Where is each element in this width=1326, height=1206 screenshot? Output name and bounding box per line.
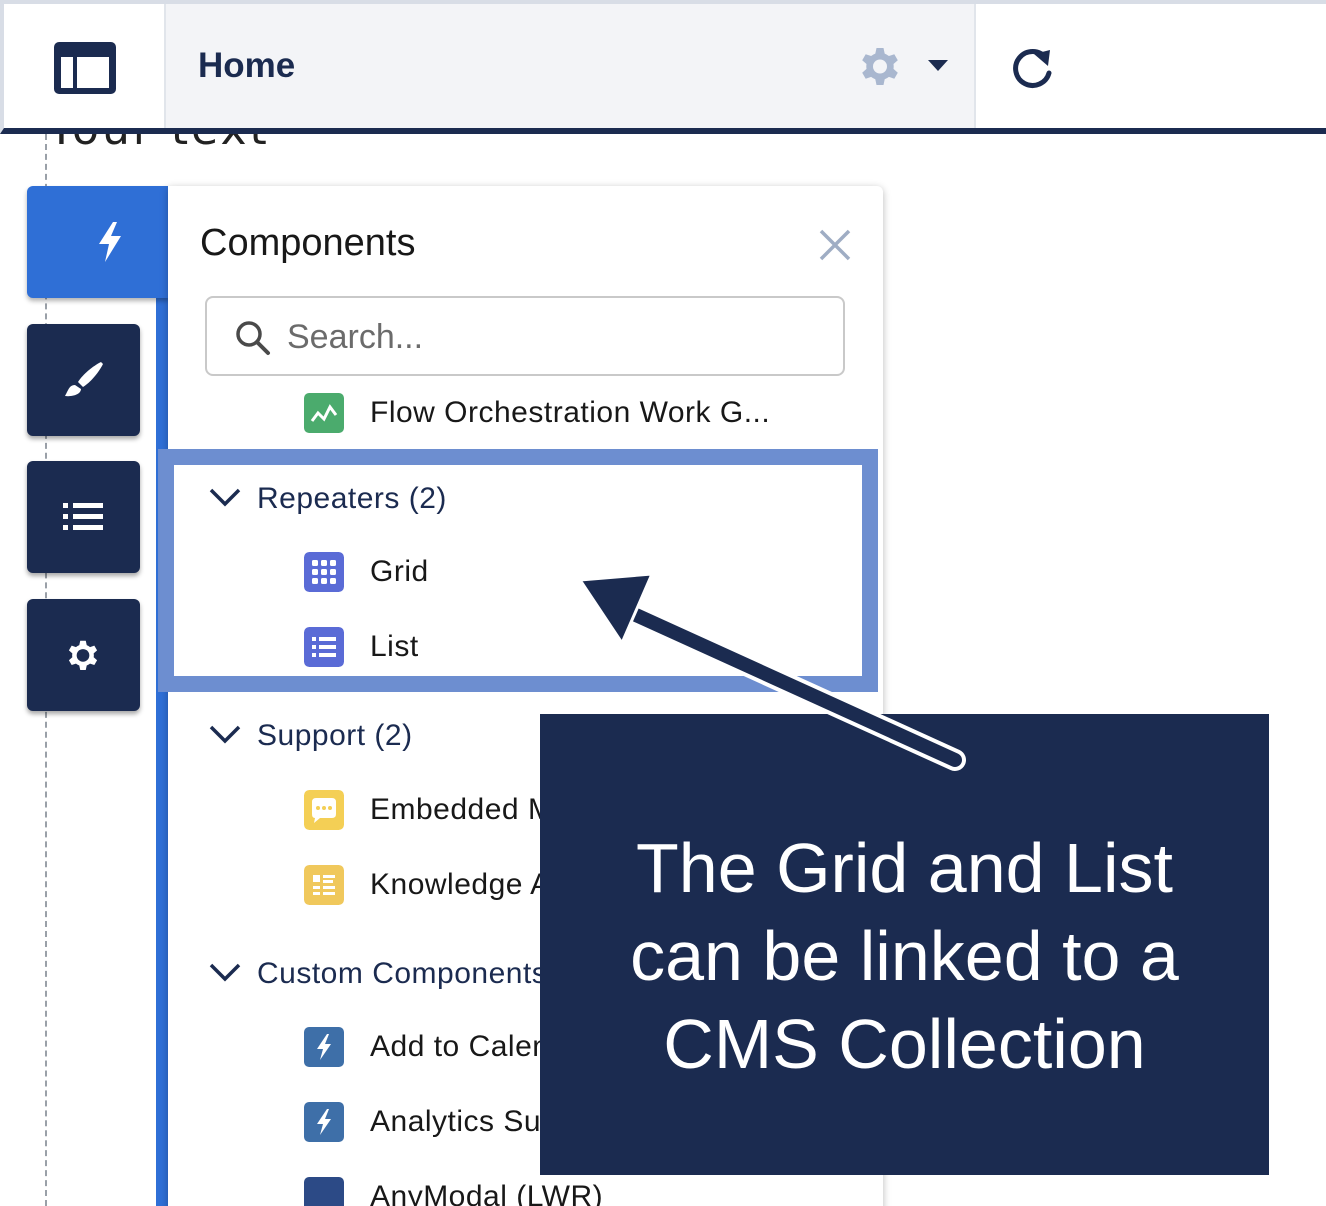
refresh-icon[interactable]: [1008, 44, 1058, 94]
rail-theme-button[interactable]: [27, 324, 140, 436]
chat-bubble-icon: [304, 790, 344, 830]
chevron-down-icon: [209, 963, 241, 982]
search-icon: [236, 321, 270, 355]
component-label: Embedded M: [370, 793, 554, 826]
component-label: AnyModal (LWR): [370, 1180, 604, 1206]
panel-title: Components: [200, 222, 416, 264]
search-field: [205, 296, 845, 376]
page-selector[interactable]: Home: [166, 4, 976, 128]
layout-panel-icon: [54, 42, 116, 94]
gear-icon: [68, 640, 98, 671]
builder-toolbar: Home: [0, 0, 1326, 134]
rail-components-button[interactable]: [27, 186, 169, 298]
flow-orchestration-icon: [304, 393, 344, 433]
lightning-icon: [304, 1027, 344, 1067]
lightning-icon: [304, 1102, 344, 1142]
callout-text: The Grid and List can be linked to a CMS…: [630, 829, 1179, 1083]
canvas-text: Your text: [48, 134, 270, 154]
highlight-inner-border: [176, 467, 860, 674]
component-label: Knowledge A: [370, 868, 551, 901]
component-label: Add to Calen: [370, 1030, 550, 1063]
component-label: Analytics Su: [370, 1105, 542, 1138]
rail-settings-button[interactable]: [27, 599, 140, 711]
rail-navigator-button[interactable]: [27, 461, 140, 573]
canvas-text-region: Your text: [0, 134, 600, 154]
annotation-callout: The Grid and List can be linked to a CMS…: [540, 714, 1269, 1175]
knowledge-icon: [304, 865, 344, 905]
paintbrush-icon: [65, 362, 103, 397]
search-input[interactable]: [287, 312, 827, 362]
page-title: Home: [198, 46, 296, 85]
chevron-down-icon: [209, 725, 241, 744]
lightning-icon: [99, 222, 121, 262]
section-label: Support (2): [257, 719, 413, 752]
section-label: Custom Components: [257, 957, 548, 990]
gear-icon[interactable]: [856, 42, 904, 90]
layout-toggle-button[interactable]: [4, 4, 166, 128]
repeaters-highlight-box: [158, 449, 878, 692]
lightning-icon: [304, 1177, 344, 1206]
caret-down-icon[interactable]: [928, 60, 948, 71]
close-icon[interactable]: [818, 228, 852, 262]
component-label: Flow Orchestration Work G...: [370, 396, 771, 429]
list-icon: [63, 503, 103, 530]
